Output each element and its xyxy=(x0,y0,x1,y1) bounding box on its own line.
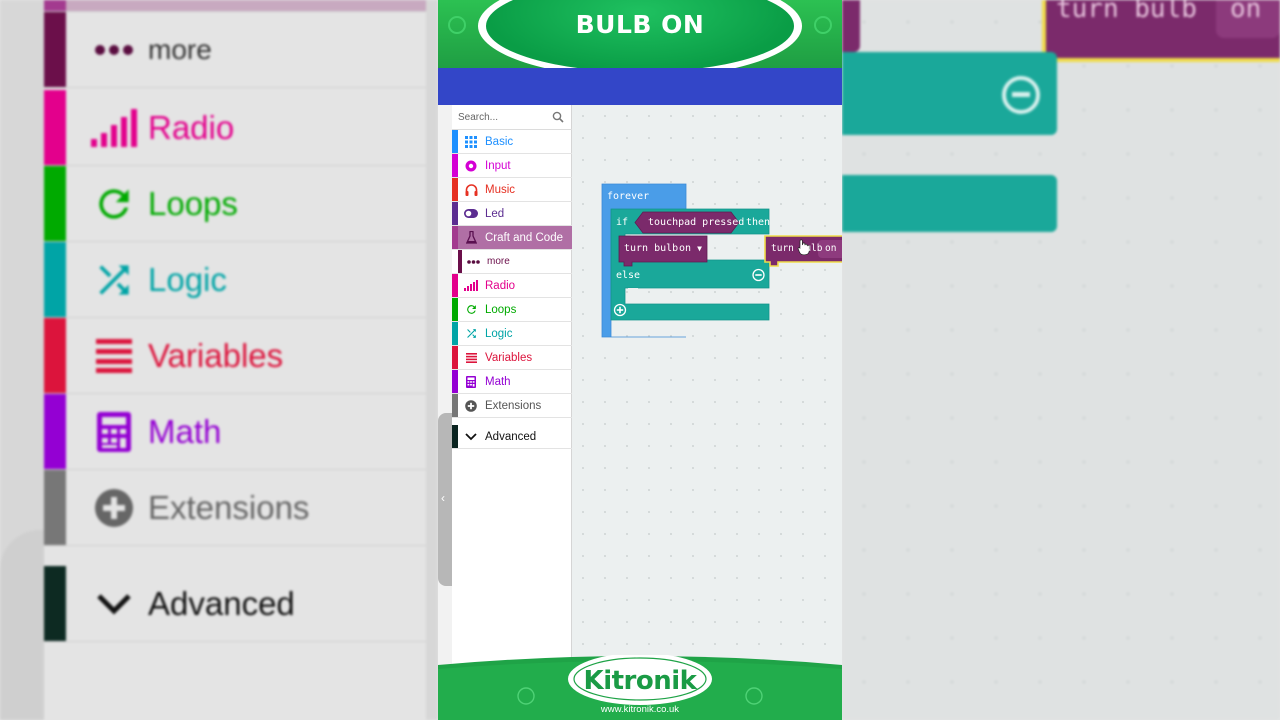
calculator-icon xyxy=(464,375,478,389)
category-logic[interactable]: Logic xyxy=(452,322,572,346)
category-radio[interactable]: Radio xyxy=(452,274,572,298)
backdrop-label: Variables xyxy=(148,336,284,374)
touchpad-pressed-label: touchpad pressed xyxy=(648,217,745,228)
kitronik-logo: Kitronik xyxy=(583,666,697,696)
backdrop-left: more Radio Loops Logic Variables Math Ex… xyxy=(0,0,438,720)
category-more[interactable]: more xyxy=(452,250,572,274)
chevron-left-icon: ‹ xyxy=(441,491,445,505)
dots-icon xyxy=(466,255,480,269)
list-icon xyxy=(464,351,478,365)
category-label: Craft and Code xyxy=(485,231,563,244)
backdrop-row-extensions: Extensions xyxy=(44,470,426,546)
category-craft-and-code[interactable]: Craft and Code xyxy=(452,226,572,250)
backdrop-row-more: more xyxy=(44,12,426,88)
category-variables[interactable]: Variables xyxy=(452,346,572,370)
turn-bulb-label: turn bulb xyxy=(624,243,679,254)
category-label: Basic xyxy=(485,135,514,148)
category-extensions[interactable]: Extensions xyxy=(452,394,572,418)
backdrop-drag-label: turn bulb xyxy=(1056,0,1197,24)
backdrop-label: Extensions xyxy=(148,488,310,526)
category-label: Math xyxy=(485,375,511,388)
dragged-turn-bulb-label: turn bulb xyxy=(771,243,823,254)
backdrop-label: Radio xyxy=(148,108,235,146)
editor-header-bar xyxy=(438,68,842,105)
dots-icon xyxy=(84,44,144,56)
category-label: Logic xyxy=(485,327,513,340)
category-music[interactable]: Music xyxy=(452,178,572,202)
calculator-icon xyxy=(84,411,144,452)
category-label: Extensions xyxy=(485,399,542,412)
category-label: Loops xyxy=(485,303,517,316)
block-workspace[interactable]: forever if touchpad pressed then turn bu… xyxy=(572,105,842,665)
backdrop-row-math: Math xyxy=(44,394,426,470)
banner-title: BULB ON xyxy=(575,10,705,39)
chevron-down-icon xyxy=(84,592,144,616)
signal-icon xyxy=(84,108,144,147)
phone-screen: BULB ON ‹ Basic Input xyxy=(438,0,842,720)
list-icon xyxy=(84,338,144,373)
title-banner: BULB ON xyxy=(438,0,842,78)
backdrop-row-logic: Logic xyxy=(44,242,426,318)
category-label: Music xyxy=(485,183,516,196)
circle-dot-icon xyxy=(464,159,478,173)
category-advanced[interactable]: Advanced xyxy=(452,425,572,449)
backdrop-label: Logic xyxy=(148,260,227,298)
caret-down-icon: ▼ xyxy=(697,244,702,253)
if-label: if xyxy=(616,217,629,228)
bulb-state-dropdown[interactable]: on ▼ xyxy=(679,243,702,254)
backdrop-row-advanced: Advanced xyxy=(44,566,426,642)
dragged-bulb-value: on xyxy=(825,243,837,254)
toolbox-search xyxy=(452,105,572,130)
backdrop-drag-value: on xyxy=(1230,0,1262,24)
footer-url: www.kitronik.co.uk xyxy=(600,704,680,715)
signal-icon xyxy=(464,279,478,293)
chevron-down-icon xyxy=(464,430,478,444)
backdrop-label: Advanced xyxy=(148,584,295,622)
forever-label: forever xyxy=(607,191,650,202)
shuffle-icon xyxy=(84,258,144,302)
backdrop-row-loops: Loops xyxy=(44,166,426,242)
else-label: else xyxy=(616,270,641,281)
category-label: Input xyxy=(485,159,511,172)
backdrop-label: more xyxy=(148,33,212,65)
collapse-toolbox-tab[interactable]: ‹ xyxy=(438,413,452,586)
toggle-icon xyxy=(464,207,478,221)
backdrop-row-radio: Radio xyxy=(44,90,426,166)
category-label: more xyxy=(487,256,510,267)
backdrop-label: Math xyxy=(148,412,222,450)
search-icon[interactable] xyxy=(552,111,564,123)
shuffle-icon xyxy=(464,327,478,341)
backdrop-row xyxy=(44,0,426,12)
category-label: Advanced xyxy=(485,430,537,443)
category-math[interactable]: Math xyxy=(452,370,572,394)
then-label: then xyxy=(746,217,771,228)
backdrop-right: turn bulb on xyxy=(842,0,1280,720)
category-loops[interactable]: Loops xyxy=(452,298,572,322)
category-label: Variables xyxy=(485,351,533,364)
backdrop-row-variables: Variables xyxy=(44,318,426,394)
category-label: Led xyxy=(485,207,505,220)
search-input[interactable] xyxy=(458,109,548,125)
toolbox: Basic Input Music Led xyxy=(452,105,572,665)
category-label: Radio xyxy=(485,279,516,292)
plus-circle-icon xyxy=(464,399,478,413)
plus-circle-icon xyxy=(84,488,144,528)
flask-icon xyxy=(464,231,478,245)
category-led[interactable]: Led xyxy=(452,202,572,226)
loop-icon xyxy=(84,182,144,226)
headphones-icon xyxy=(464,183,478,197)
backdrop-label: Loops xyxy=(148,184,238,222)
bulb-state-value: on xyxy=(679,243,692,254)
blocks-canvas xyxy=(601,183,842,338)
loop-icon xyxy=(464,303,478,317)
category-basic[interactable]: Basic xyxy=(452,130,572,154)
brand-footer: Kitronik www.kitronik.co.uk xyxy=(438,655,842,720)
grid-icon xyxy=(464,135,478,149)
category-input[interactable]: Input xyxy=(452,154,572,178)
